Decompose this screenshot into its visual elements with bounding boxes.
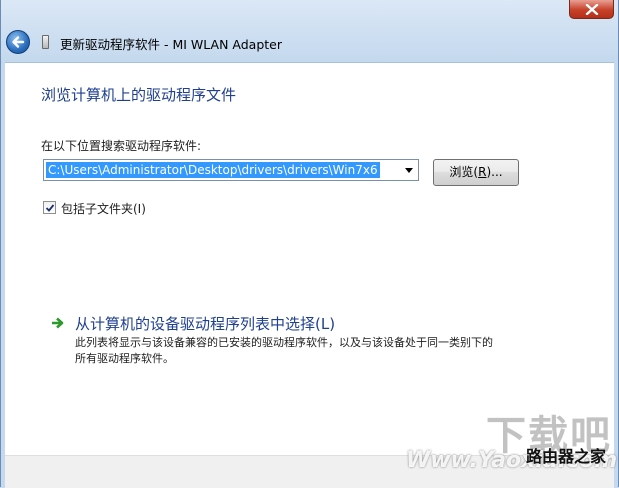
dialog-content: 浏览计算机上的驱动程序文件 在以下位置搜索驱动程序软件: 浏览(R)... 包括… <box>5 62 614 488</box>
back-arrow-icon <box>12 36 25 48</box>
window-title: 更新驱动程序软件 - MI WLAN Adapter <box>60 37 282 52</box>
pick-from-list-description: 此列表将显示与该设备兼容的已安装的驱动程序软件，以及与该设备处于同一类别下的 所… <box>75 335 555 367</box>
description-line: 所有驱动程序软件。 <box>75 352 174 365</box>
browse-label-post: )... <box>486 165 503 179</box>
button-bar <box>5 455 614 488</box>
dialog-window: 更新驱动程序软件 - MI WLAN Adapter 浏览计算机上的驱动程序文件… <box>0 0 619 488</box>
page-title: 浏览计算机上的驱动程序文件 <box>41 86 237 104</box>
check-icon <box>45 204 55 212</box>
close-button[interactable] <box>569 0 614 19</box>
browse-label-pre: 浏览( <box>449 165 479 179</box>
include-subfolders-label[interactable]: 包括子文件夹(I) <box>61 200 146 217</box>
chevron-down-icon[interactable] <box>403 164 415 176</box>
pick-from-list-link[interactable]: 从计算机的设备驱动程序列表中选择(L) <box>75 313 335 334</box>
path-combobox[interactable] <box>43 159 419 181</box>
back-button[interactable] <box>6 30 30 54</box>
description-line: 此列表将显示与该设备兼容的已安装的驱动程序软件，以及与该设备处于同一类别下的 <box>75 336 493 349</box>
title-bar: 更新驱动程序软件 - MI WLAN Adapter <box>1 20 619 62</box>
device-icon <box>42 35 49 49</box>
green-arrow-icon <box>52 317 64 329</box>
path-input[interactable] <box>46 162 380 178</box>
browse-button[interactable]: 浏览(R)... <box>433 159 519 186</box>
include-subfolders-checkbox[interactable] <box>43 201 56 214</box>
search-location-label: 在以下位置搜索驱动程序软件: <box>41 139 202 153</box>
close-icon <box>585 4 599 15</box>
